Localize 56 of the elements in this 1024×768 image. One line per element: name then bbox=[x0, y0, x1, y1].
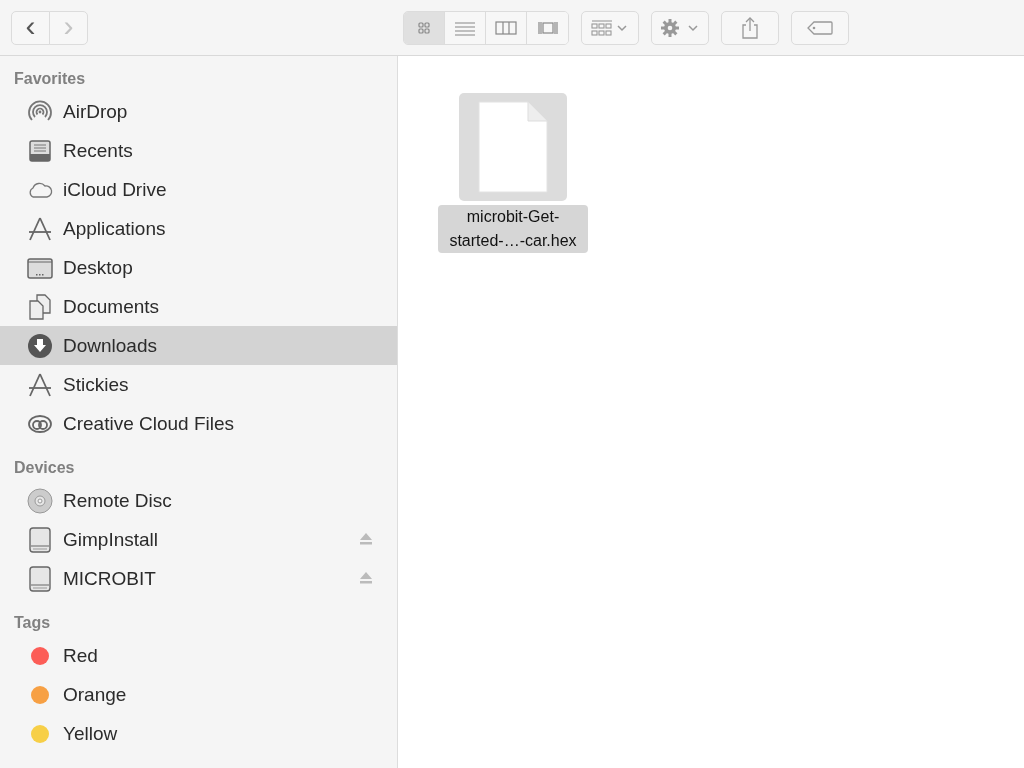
sidebar-item[interactable]: Recents bbox=[0, 131, 397, 170]
share-button[interactable] bbox=[721, 10, 779, 45]
section-heading: Devices bbox=[13, 458, 76, 478]
sidebar-item[interactable]: Stickies bbox=[0, 365, 397, 404]
item-label: MICROBIT bbox=[63, 567, 156, 590]
back-button[interactable]: ‹ bbox=[11, 10, 50, 45]
item-label: AirDrop bbox=[63, 100, 128, 123]
item-label: Red bbox=[63, 644, 98, 667]
item-label: Desktop bbox=[63, 256, 133, 279]
eject-icon[interactable] bbox=[359, 532, 373, 546]
file-icon-tile[interactable] bbox=[459, 93, 567, 201]
item-label: Creative Cloud Files bbox=[63, 412, 235, 435]
item-label: Remote Disc bbox=[63, 489, 172, 512]
section-heading: Favorites bbox=[13, 69, 87, 89]
item-label: Downloads bbox=[63, 334, 157, 357]
item-label: Yellow bbox=[63, 722, 118, 745]
download-icon bbox=[26, 331, 54, 360]
item-label: Recents bbox=[63, 139, 133, 162]
document-icon bbox=[478, 101, 548, 193]
tag-button[interactable] bbox=[791, 10, 849, 45]
sidebar-item[interactable]: iCloud Drive bbox=[0, 170, 397, 209]
sidebar-item[interactable]: MICROBIT bbox=[0, 559, 397, 598]
sidebar-item[interactable]: Red bbox=[0, 636, 397, 675]
item-label: Stickies bbox=[63, 373, 129, 396]
sidebar-item[interactable]: Desktop bbox=[0, 248, 397, 287]
action-button[interactable] bbox=[651, 10, 709, 45]
sidebar-item[interactable]: Yellow bbox=[0, 714, 397, 753]
disc-icon bbox=[26, 486, 54, 515]
gallery-icon bbox=[536, 19, 559, 36]
sidebar-item[interactable]: Downloads bbox=[0, 326, 397, 365]
icon-view-button[interactable] bbox=[404, 11, 445, 44]
item-label: iCloud Drive bbox=[63, 178, 167, 201]
drive-icon bbox=[26, 525, 54, 554]
sidebar-item[interactable]: Documents bbox=[0, 287, 397, 326]
share-icon bbox=[740, 15, 760, 40]
sidebar-item[interactable]: Creative Cloud Files bbox=[0, 404, 397, 443]
sidebar-item[interactable]: Applications bbox=[0, 209, 397, 248]
sidebar-item[interactable]: Remote Disc bbox=[0, 481, 397, 520]
drive-icon bbox=[26, 564, 54, 593]
documents-icon bbox=[26, 292, 54, 321]
list-icon bbox=[454, 19, 476, 36]
arrange-grid-icon bbox=[591, 19, 629, 36]
section-heading: Tags bbox=[13, 613, 52, 633]
gear-icon bbox=[660, 17, 700, 38]
columns-icon bbox=[495, 19, 517, 36]
item-label: Orange bbox=[63, 683, 127, 706]
sidebar-item[interactable]: AirDrop bbox=[0, 92, 397, 131]
file-name[interactable]: microbit-Get-started-…-car.hex bbox=[438, 205, 588, 253]
tag-icon bbox=[806, 19, 834, 36]
sidebar-item[interactable]: GimpInstall bbox=[0, 520, 397, 559]
sidebar-item[interactable]: Orange bbox=[0, 675, 397, 714]
item-label: Documents bbox=[63, 295, 160, 318]
eject-icon[interactable] bbox=[359, 571, 373, 585]
item-label: Applications bbox=[63, 217, 166, 240]
arrange-button[interactable] bbox=[581, 10, 639, 45]
item-label: GimpInstall bbox=[63, 528, 159, 551]
